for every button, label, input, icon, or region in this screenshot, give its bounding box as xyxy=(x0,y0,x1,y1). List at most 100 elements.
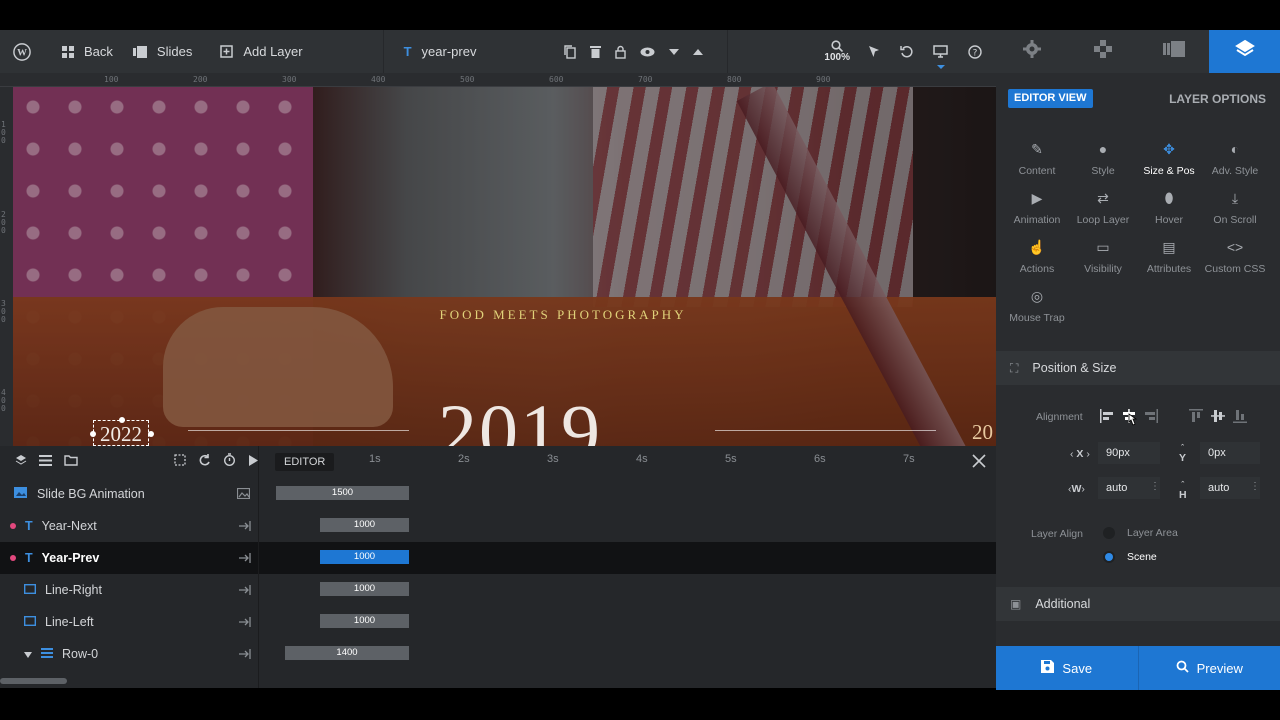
tab-settings[interactable] xyxy=(996,30,1067,73)
additional-header[interactable]: ▣ Additional xyxy=(996,587,1280,621)
option-hover[interactable]: ⬮ Hover xyxy=(1136,190,1202,226)
select-area-icon[interactable] xyxy=(174,453,186,471)
year-prev-layer[interactable]: 2022 xyxy=(90,417,154,446)
x-input[interactable]: 90px xyxy=(1098,442,1160,464)
align-bottom-icon[interactable] xyxy=(1233,409,1247,428)
radio-layer-area[interactable] xyxy=(1103,527,1115,539)
lock-icon[interactable] xyxy=(614,45,626,59)
layers-toggle-icon[interactable] xyxy=(15,453,27,471)
cursor-icon[interactable] xyxy=(868,45,880,58)
more-options-icon[interactable]: ⋮ xyxy=(1250,481,1260,492)
option-mouse-trap[interactable]: ◎ Mouse Trap xyxy=(1004,288,1070,324)
option-label: Attributes xyxy=(1146,263,1192,275)
layer-row-year-next[interactable]: T Year-Next xyxy=(0,510,258,542)
duration-bar[interactable]: 1000 xyxy=(320,614,409,628)
collapse-right-icon[interactable] xyxy=(239,552,251,566)
duration-bar[interactable]: 1000 xyxy=(320,550,409,564)
y-input[interactable]: 0px xyxy=(1200,442,1260,464)
layer-name-field[interactable]: T year-prev xyxy=(384,30,554,73)
option-visibility[interactable]: ▭ Visibility xyxy=(1070,239,1136,275)
layer-list: Slide BG Animation T Year-Next T Year-Pr… xyxy=(0,478,258,688)
tab-navigation[interactable] xyxy=(1067,30,1138,73)
chevron-down-icon[interactable] xyxy=(668,48,679,55)
year-current-layer[interactable]: 2019 xyxy=(438,387,602,446)
align-top-icon[interactable] xyxy=(1189,409,1203,428)
timer-icon[interactable] xyxy=(223,453,236,471)
svg-text:W: W xyxy=(17,47,27,58)
resize-handle[interactable] xyxy=(90,431,96,437)
year-next-layer[interactable]: 20 xyxy=(972,420,993,445)
option-custom-css[interactable]: <> Custom CSS xyxy=(1202,239,1268,275)
tab-slides[interactable] xyxy=(1138,30,1209,73)
duplicate-icon[interactable] xyxy=(563,44,576,59)
caret-down-icon[interactable] xyxy=(24,647,32,661)
vertical-align-group xyxy=(1189,409,1247,428)
layer-row-slide-bg[interactable]: Slide BG Animation xyxy=(0,478,258,510)
slides-button[interactable]: Slides xyxy=(123,30,202,73)
align-left-icon[interactable] xyxy=(1100,409,1114,428)
line-right-layer[interactable] xyxy=(715,430,936,431)
align-middle-icon[interactable] xyxy=(1211,409,1225,428)
radio-scene-selected[interactable] xyxy=(1103,551,1115,563)
duration-bar[interactable]: 1000 xyxy=(320,582,409,596)
chevron-up-icon[interactable] xyxy=(692,48,703,55)
play-icon[interactable] xyxy=(248,453,258,471)
collapse-right-icon[interactable] xyxy=(239,520,251,534)
tab-layers[interactable] xyxy=(1209,30,1280,73)
image-placeholder-icon[interactable] xyxy=(236,487,251,502)
add-layer-button[interactable]: Add Layer xyxy=(202,30,312,73)
loop-icon[interactable] xyxy=(198,453,211,471)
eye-icon[interactable] xyxy=(640,47,655,57)
position-size-header[interactable]: ⛶ Position & Size xyxy=(996,351,1280,385)
layer-row-year-prev[interactable]: T Year-Prev xyxy=(0,542,258,574)
wordpress-logo-button[interactable]: W xyxy=(0,30,44,73)
tagline-layer[interactable]: FOOD MEETS PHOTOGRAPHY xyxy=(393,307,733,323)
resize-handle[interactable] xyxy=(119,417,125,423)
layer-name: Slide BG Animation xyxy=(37,487,145,501)
preview-button[interactable]: Preview xyxy=(1137,646,1280,690)
more-options-icon[interactable]: ⋮ xyxy=(1150,481,1160,492)
image-icon xyxy=(14,487,27,501)
duration-bar[interactable]: 1000 xyxy=(320,518,409,532)
section-title: Position & Size xyxy=(1032,361,1117,375)
desktop-icon[interactable] xyxy=(933,45,948,69)
editor-tab[interactable]: EDITOR xyxy=(275,453,335,471)
option-adv-style[interactable]: ◐ Adv. Style xyxy=(1202,141,1268,177)
collapse-right-icon[interactable] xyxy=(239,648,251,662)
option-actions[interactable]: ☝ Actions xyxy=(1004,239,1070,275)
layer-row-line-left[interactable]: Line-Left xyxy=(0,606,258,638)
ruler-mark: 700 xyxy=(638,75,653,84)
line-left-layer[interactable] xyxy=(188,430,409,431)
zoom-control[interactable]: 100% xyxy=(816,30,858,73)
collapse-right-icon[interactable] xyxy=(239,616,251,630)
layer-row-line-right[interactable]: Line-Right xyxy=(0,574,258,606)
help-icon[interactable]: ? xyxy=(968,44,982,59)
back-button[interactable]: Back xyxy=(44,30,123,73)
duration-bar[interactable]: 1400 xyxy=(285,646,409,660)
list-icon[interactable] xyxy=(39,453,52,471)
option-content[interactable]: ✎ Content xyxy=(1004,141,1070,177)
wordpress-icon: W xyxy=(13,42,31,61)
option-on-scroll[interactable]: ⤓ On Scroll xyxy=(1202,190,1268,226)
trash-icon[interactable] xyxy=(589,45,601,58)
mouse-pointer-icon xyxy=(1126,413,1138,432)
option-animation[interactable]: ▶ Animation xyxy=(1004,190,1070,226)
option-size-pos[interactable]: ✥ Size & Pos xyxy=(1136,141,1202,177)
option-loop-layer[interactable]: ⇄ Loop Layer xyxy=(1070,190,1136,226)
option-style[interactable]: ● Style xyxy=(1070,141,1136,177)
editor-view-badge[interactable]: EDITOR VIEW xyxy=(1008,89,1093,108)
option-attributes[interactable]: ▤ Attributes xyxy=(1136,239,1202,275)
close-timeline-icon[interactable] xyxy=(972,454,986,473)
layer-row-row-0[interactable]: Row-0 xyxy=(0,638,258,670)
align-right-icon[interactable] xyxy=(1144,409,1158,428)
duration-bar[interactable]: 1500 xyxy=(276,486,409,500)
horizontal-scrollbar[interactable] xyxy=(0,678,67,684)
undo-icon[interactable] xyxy=(900,45,913,58)
slide-canvas[interactable]: FOOD MEETS PHOTOGRAPHY 2019 2022 20 xyxy=(13,87,996,446)
resize-handle[interactable] xyxy=(148,431,154,437)
shape-icon xyxy=(23,615,37,629)
folder-icon[interactable] xyxy=(64,453,78,471)
collapse-right-icon[interactable] xyxy=(239,584,251,598)
save-button[interactable]: Save xyxy=(996,646,1138,690)
text-layer-icon: T xyxy=(403,44,412,59)
